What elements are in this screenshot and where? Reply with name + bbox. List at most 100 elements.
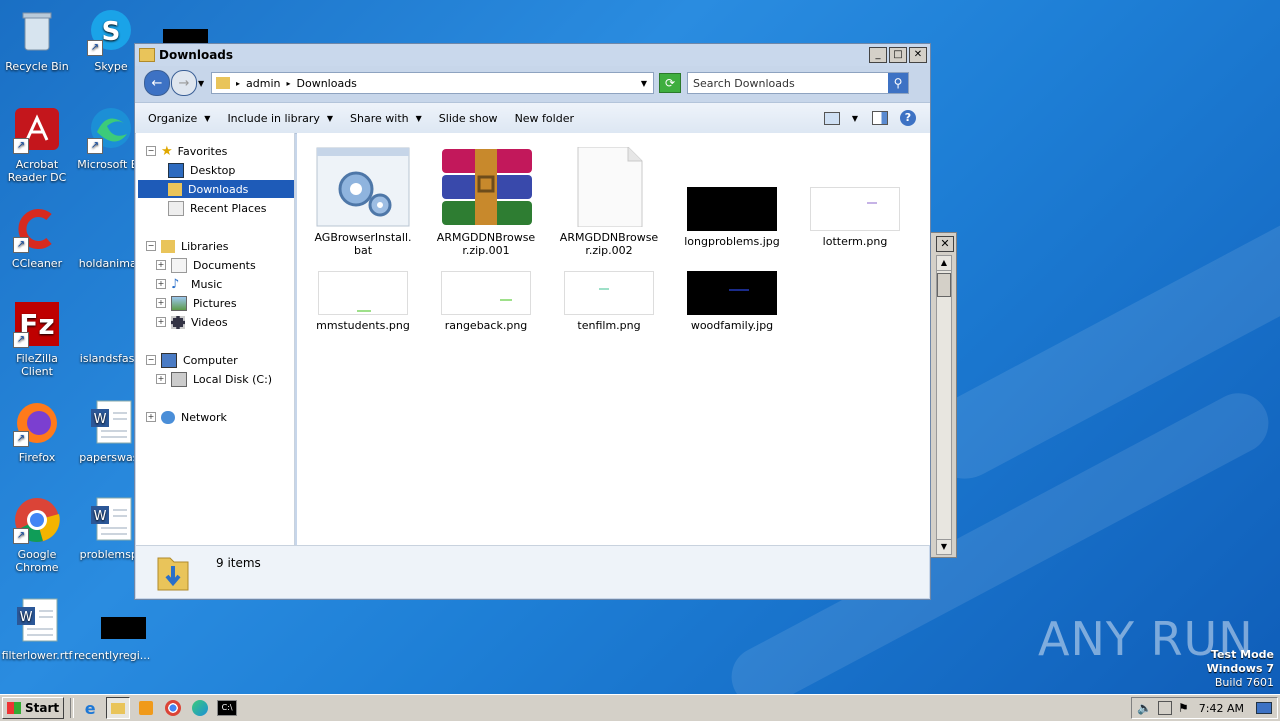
expand-icon[interactable]: + [146, 412, 156, 422]
music-icon: ♪ [171, 276, 180, 292]
volume-icon[interactable]: 🔈 [1137, 701, 1152, 715]
desktop-icon-filterlower[interactable]: W filterlower.rtf [0, 597, 74, 662]
history-dropdown-icon[interactable]: ▼ [198, 79, 204, 88]
file-item[interactable]: tenfilm.png [557, 271, 661, 332]
file-item[interactable]: longproblems.jpg [680, 147, 784, 248]
scrollbar[interactable]: ▲ ▼ [936, 255, 952, 555]
file-list[interactable]: AGBrowserInstall.bat ARMGDDNBrowser.zip.… [297, 133, 930, 545]
flag-icon[interactable]: ⚑ [1178, 701, 1189, 715]
desktop-icon-chrome[interactable]: ↗ Google Chrome [0, 496, 74, 574]
file-item[interactable]: mmstudents.png [311, 271, 415, 332]
nav-pictures[interactable]: + Pictures [156, 294, 237, 312]
taskbar-separator [70, 698, 75, 718]
expand-icon[interactable]: + [156, 260, 166, 270]
file-name: ARMGDDNBrowser.zip.001 [436, 231, 536, 257]
file-name: woodfamily.jpg [690, 319, 774, 332]
nav-desktop[interactable]: Desktop [168, 161, 235, 179]
desktop-icon-acrobat[interactable]: ↗ Acrobat Reader DC [0, 106, 74, 184]
address-bar[interactable]: ▸ admin ▸ Downloads ▼ [211, 72, 654, 94]
edge-taskbar-icon[interactable] [189, 698, 211, 718]
start-button[interactable]: Start [2, 697, 65, 719]
computer-icon [161, 352, 177, 368]
chevron-down-icon: ▼ [326, 113, 334, 123]
forward-button[interactable]: → [171, 70, 197, 96]
address-dropdown-icon[interactable]: ▼ [641, 79, 647, 88]
file-item[interactable]: ARMGDDNBrowser.zip.001 [434, 147, 538, 257]
desktop-icon-filezilla[interactable]: Fz ↗ FileZilla Client [0, 300, 74, 378]
scroll-down-icon[interactable]: ▼ [937, 539, 951, 554]
change-view-icon[interactable] [823, 111, 840, 125]
title-bar[interactable]: Downloads _ □ ✕ [135, 44, 930, 66]
file-name: longproblems.jpg [684, 235, 780, 248]
ie-icon[interactable]: e [79, 698, 101, 718]
nav-recent-places[interactable]: Recent Places [168, 199, 267, 217]
close-button[interactable]: ✕ [909, 47, 927, 63]
chevron-right-icon[interactable]: ▸ [236, 79, 240, 88]
pictures-icon [171, 295, 187, 311]
chevron-right-icon[interactable]: ▸ [286, 79, 290, 88]
explorer-taskbar-icon[interactable] [106, 697, 131, 719]
nav-favorites[interactable]: − ★ Favorites [146, 142, 227, 160]
nav-documents[interactable]: + Documents [156, 256, 256, 274]
expand-icon[interactable]: + [156, 298, 166, 308]
include-in-library-button[interactable]: Include in library ▼ [227, 112, 333, 125]
desktop-icon-ccleaner[interactable]: ↗ CCleaner [0, 205, 74, 270]
background-window[interactable]: ✕ ▲ ▼ [929, 232, 957, 558]
collapse-icon[interactable]: − [146, 355, 156, 365]
file-item[interactable]: woodfamily.jpg [680, 271, 784, 332]
explorer-window[interactable]: Downloads _ □ ✕ ← → ▼ ▸ admin ▸ Download… [134, 43, 931, 600]
slide-show-button[interactable]: Slide show [439, 112, 498, 125]
collapse-icon[interactable]: − [146, 241, 156, 251]
new-folder-button[interactable]: New folder [515, 112, 574, 125]
minimize-button[interactable]: _ [869, 47, 887, 63]
desktop-icon-recentlyregi[interactable]: recentlyregi... [74, 597, 150, 662]
collapse-icon[interactable]: − [146, 146, 156, 156]
search-input[interactable]: Search Downloads ⚲ [687, 72, 909, 94]
nav-libraries[interactable]: − Libraries [146, 237, 229, 255]
desktop-icon-firefox[interactable]: ↗ Firefox [0, 399, 74, 464]
system-tray: 🔈 ⚑ 7:42 AM [1131, 697, 1278, 719]
navigation-pane: − ★ Favorites Desktop Downloads Recent P… [136, 133, 295, 545]
cmd-icon[interactable]: C:\ [216, 698, 238, 718]
image-thumbnail [318, 271, 408, 315]
breadcrumb-downloads[interactable]: Downloads [297, 77, 357, 90]
nav-downloads[interactable]: Downloads [138, 180, 294, 198]
file-name: rangeback.png [444, 319, 528, 332]
organize-button[interactable]: Organize ▼ [148, 112, 210, 125]
network-icon [161, 410, 175, 424]
show-desktop-icon[interactable] [1256, 702, 1272, 714]
scroll-up-icon[interactable]: ▲ [937, 256, 951, 271]
desktop-icon-recycle-bin[interactable]: Recycle Bin [0, 8, 74, 73]
search-icon[interactable]: ⚲ [888, 73, 908, 93]
nav-local-disk[interactable]: + Local Disk (C:) [156, 370, 272, 388]
file-item[interactable]: rangeback.png [434, 271, 538, 332]
file-item[interactable]: AGBrowserInstall.bat [311, 147, 415, 257]
expand-icon[interactable]: + [156, 279, 166, 289]
network-tray-icon[interactable] [1158, 701, 1173, 715]
scroll-thumb[interactable] [937, 273, 951, 297]
close-icon[interactable]: ✕ [936, 236, 954, 252]
expand-icon[interactable]: + [156, 317, 166, 327]
desktop-icon-label: Acrobat Reader DC [7, 158, 67, 184]
preview-pane-icon[interactable] [872, 111, 888, 125]
view-dropdown-icon[interactable]: ▼ [852, 114, 858, 123]
nav-computer[interactable]: − Computer [146, 351, 238, 369]
help-icon[interactable]: ? [900, 110, 916, 126]
file-item[interactable]: lotterm.png [803, 147, 907, 248]
gears-icon [316, 147, 410, 227]
nav-network[interactable]: + Network [146, 408, 227, 426]
back-button[interactable]: ← [144, 70, 170, 96]
breadcrumb-admin[interactable]: admin [246, 77, 280, 90]
refresh-button[interactable]: ⟳ [659, 73, 681, 93]
clock[interactable]: 7:42 AM [1199, 702, 1244, 715]
nav-music[interactable]: + ♪ Music [156, 275, 222, 293]
maximize-button[interactable]: □ [889, 47, 907, 63]
downloads-folder-large-icon [156, 552, 190, 592]
file-item[interactable]: ARMGDDNBrowser.zip.002 [557, 146, 661, 257]
chrome-taskbar-icon[interactable] [162, 698, 184, 718]
nav-videos[interactable]: + Videos [156, 313, 228, 331]
share-with-button[interactable]: Share with ▼ [350, 112, 422, 125]
black-thumbnail [163, 29, 208, 43]
media-player-icon[interactable] [135, 698, 157, 718]
expand-icon[interactable]: + [156, 374, 166, 384]
